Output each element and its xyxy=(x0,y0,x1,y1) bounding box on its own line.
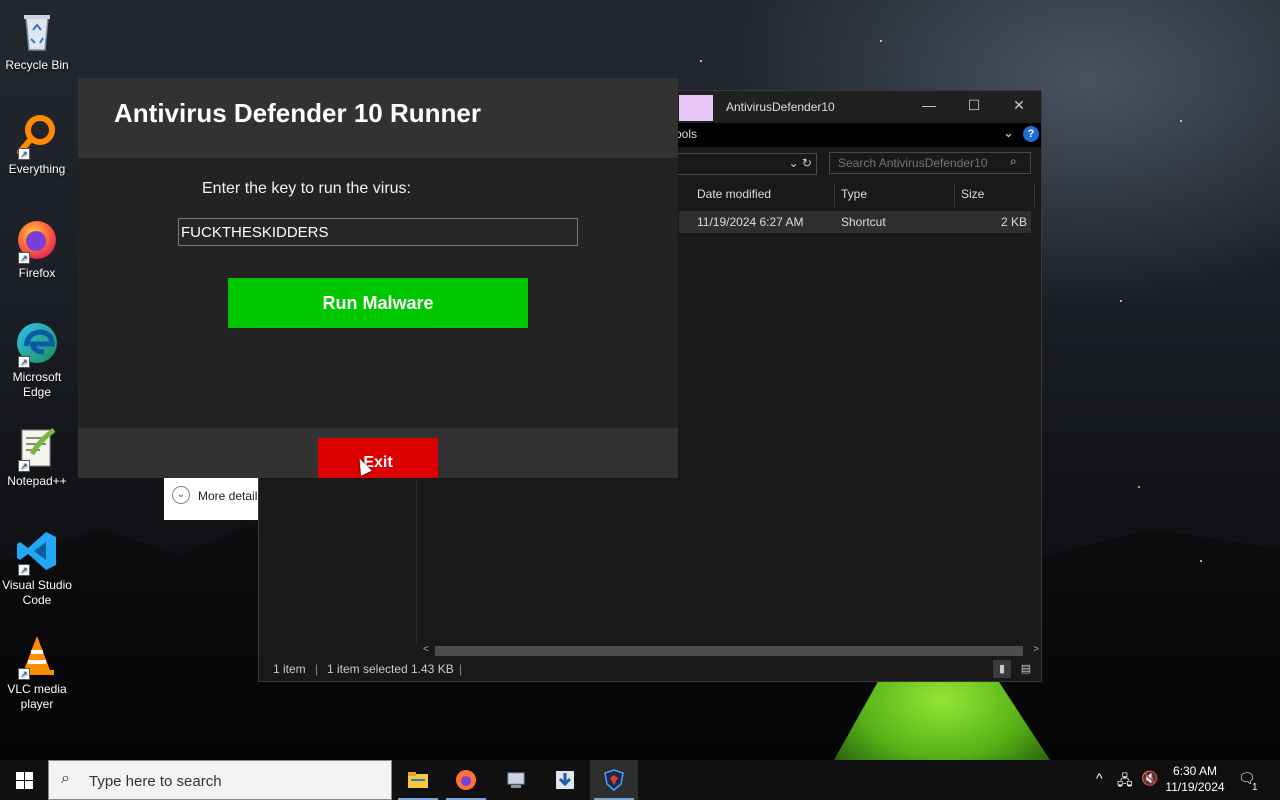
status-size: 1.43 KB xyxy=(411,662,454,676)
computer-icon xyxy=(507,772,525,788)
taskbar-app-downloads[interactable] xyxy=(541,760,589,800)
vscode-icon: ↗ xyxy=(14,528,60,576)
wallpaper-star xyxy=(1138,486,1140,488)
details-view-icon[interactable]: ▮ xyxy=(993,660,1011,678)
scroll-left-icon[interactable]: < xyxy=(423,644,429,655)
file-date-modified: 11/19/2024 6:27 AM xyxy=(697,215,804,229)
chevron-down-icon: ⌄ xyxy=(172,486,190,504)
desktop-icon-label: Visual Studio Code xyxy=(2,578,72,607)
column-header-type[interactable]: Type xyxy=(835,183,955,207)
search-icon: ⌕ xyxy=(61,770,70,787)
status-item-count: 1 item xyxy=(273,662,306,676)
taskbar-app-file-explorer[interactable] xyxy=(394,760,442,800)
desktop-icon-label: Microsoft Edge xyxy=(12,370,62,399)
desktop-icon-notepad-plus-plus[interactable]: ↗ Notepad++ xyxy=(2,424,72,489)
runner-footer: Exit xyxy=(78,428,678,478)
file-explorer-icon xyxy=(408,772,428,788)
shortcut-arrow-icon: ↗ xyxy=(18,148,30,160)
clock-date: 11/19/2024 xyxy=(1165,780,1225,794)
status-bar: 1 item | 1 item selected 1.43 KB | ▮ ▤ xyxy=(259,657,1041,681)
taskbar-app-computer[interactable] xyxy=(492,760,540,800)
taskbar: ⌕ Type here to search ^ 🖧 🔇 6:30 AM 11/1… xyxy=(0,760,1280,800)
desktop-icon-everything[interactable]: ↗ Everything xyxy=(2,112,72,177)
large-icons-view-icon[interactable]: ▤ xyxy=(1017,660,1035,678)
desktop-icon-vscode[interactable]: ↗ Visual Studio Code xyxy=(2,528,72,608)
everything-icon: ↗ xyxy=(14,112,60,160)
download-icon xyxy=(556,771,574,789)
taskbar-app-antivirus-defender[interactable] xyxy=(590,760,638,800)
shield-icon xyxy=(604,769,624,791)
firefox-icon: ↗ xyxy=(14,216,60,264)
notification-count-badge: 1 xyxy=(1252,782,1258,793)
key-input[interactable] xyxy=(178,218,578,246)
file-type: Shortcut xyxy=(841,215,886,229)
taskbar-search-box[interactable]: ⌕ Type here to search xyxy=(48,760,392,800)
desktop-icon-label: VLC media player xyxy=(7,682,67,711)
taskbar-search-placeholder: Type here to search xyxy=(89,773,222,790)
maximize-button[interactable]: ☐ xyxy=(962,97,986,117)
shortcut-arrow-icon: ↗ xyxy=(18,460,30,472)
taskbar-app-firefox[interactable] xyxy=(442,760,490,800)
start-button[interactable] xyxy=(0,760,48,800)
network-icon[interactable]: 🖧 xyxy=(1117,770,1133,794)
more-details-panel[interactable]: ⌄ More details xyxy=(164,478,263,520)
ribbon-tab-tools[interactable]: ools xyxy=(675,127,697,141)
run-malware-button[interactable]: Run Malware xyxy=(228,278,528,328)
clock-time: 6:30 AM xyxy=(1172,764,1218,778)
desktop-icon-label: Notepad++ xyxy=(7,474,67,488)
wallpaper-star xyxy=(880,40,882,42)
volume-muted-icon[interactable]: 🔇 xyxy=(1141,770,1158,787)
desktop-icon-label: Firefox xyxy=(18,266,56,280)
more-details-label: More details xyxy=(198,489,264,503)
runner-window[interactable]: Antivirus Defender 10 Runner Enter the k… xyxy=(78,78,678,478)
help-icon[interactable]: ? xyxy=(1023,126,1039,142)
key-prompt-label: Enter the key to run the virus: xyxy=(202,180,411,197)
show-hidden-icons-chevron-icon[interactable]: ^ xyxy=(1096,770,1103,786)
wallpaper-star xyxy=(1200,560,1202,562)
file-row[interactable]: 11/19/2024 6:27 AM Shortcut 2 KB xyxy=(679,211,1031,233)
desktop-icon-label: Everything xyxy=(8,162,66,176)
status-selected: 1 item selected xyxy=(327,662,408,676)
windows-logo-icon xyxy=(16,772,24,780)
desktop-icon-microsoft-edge[interactable]: ↗ Microsoft Edge xyxy=(2,320,72,400)
minimize-button[interactable]: — xyxy=(917,97,941,117)
wallpaper-star xyxy=(700,60,702,62)
scroll-right-icon[interactable]: > xyxy=(1033,644,1039,655)
search-icon: ⌕ xyxy=(1010,154,1017,168)
status-divider: | xyxy=(459,662,463,676)
exit-button[interactable]: Exit xyxy=(318,438,438,478)
shortcut-arrow-icon: ↗ xyxy=(18,252,30,264)
navigation-pane[interactable] xyxy=(259,479,417,645)
scrollbar-thumb[interactable] xyxy=(435,646,1023,656)
address-bar[interactable]: ⌄ ↻ xyxy=(659,153,817,175)
system-clock[interactable]: 6:30 AM 11/19/2024 xyxy=(1160,763,1230,795)
explorer-window-title: AntivirusDefender10 xyxy=(726,100,835,114)
shortcut-arrow-icon: ↗ xyxy=(18,564,30,576)
shortcut-arrow-icon: ↗ xyxy=(18,356,30,368)
recycle-bin-icon xyxy=(14,8,60,54)
wallpaper-star xyxy=(1120,300,1122,302)
column-header-date-modified[interactable]: Date modified xyxy=(691,183,835,207)
desktop-icon-firefox[interactable]: ↗ Firefox xyxy=(2,216,72,281)
status-divider: | xyxy=(315,662,319,676)
desktop-icon-recycle-bin[interactable]: Recycle Bin xyxy=(2,8,72,73)
file-size: 2 KB xyxy=(1000,215,1027,229)
folder-icon xyxy=(679,95,713,121)
close-button[interactable]: ✕ xyxy=(1007,97,1031,117)
vlc-icon: ↗ xyxy=(14,632,60,680)
shortcut-arrow-icon: ↗ xyxy=(18,668,30,680)
desktop-icon-label: Recycle Bin xyxy=(5,58,69,72)
desktop-icon-vlc[interactable]: ↗ VLC media player xyxy=(2,632,72,712)
column-header-size[interactable]: Size xyxy=(955,183,1035,207)
runner-header: Antivirus Defender 10 Runner xyxy=(78,78,678,158)
refresh-icon[interactable]: ⌄ ↻ xyxy=(789,156,812,170)
wallpaper-star xyxy=(1180,120,1182,122)
explorer-search-input[interactable] xyxy=(829,152,1031,174)
notepad-plus-plus-icon: ↗ xyxy=(14,424,60,472)
edge-icon: ↗ xyxy=(14,320,60,368)
page-title: Antivirus Defender 10 Runner xyxy=(114,98,481,128)
firefox-icon xyxy=(456,770,476,790)
expand-ribbon-chevron-icon[interactable]: ⌄ xyxy=(1003,125,1014,141)
